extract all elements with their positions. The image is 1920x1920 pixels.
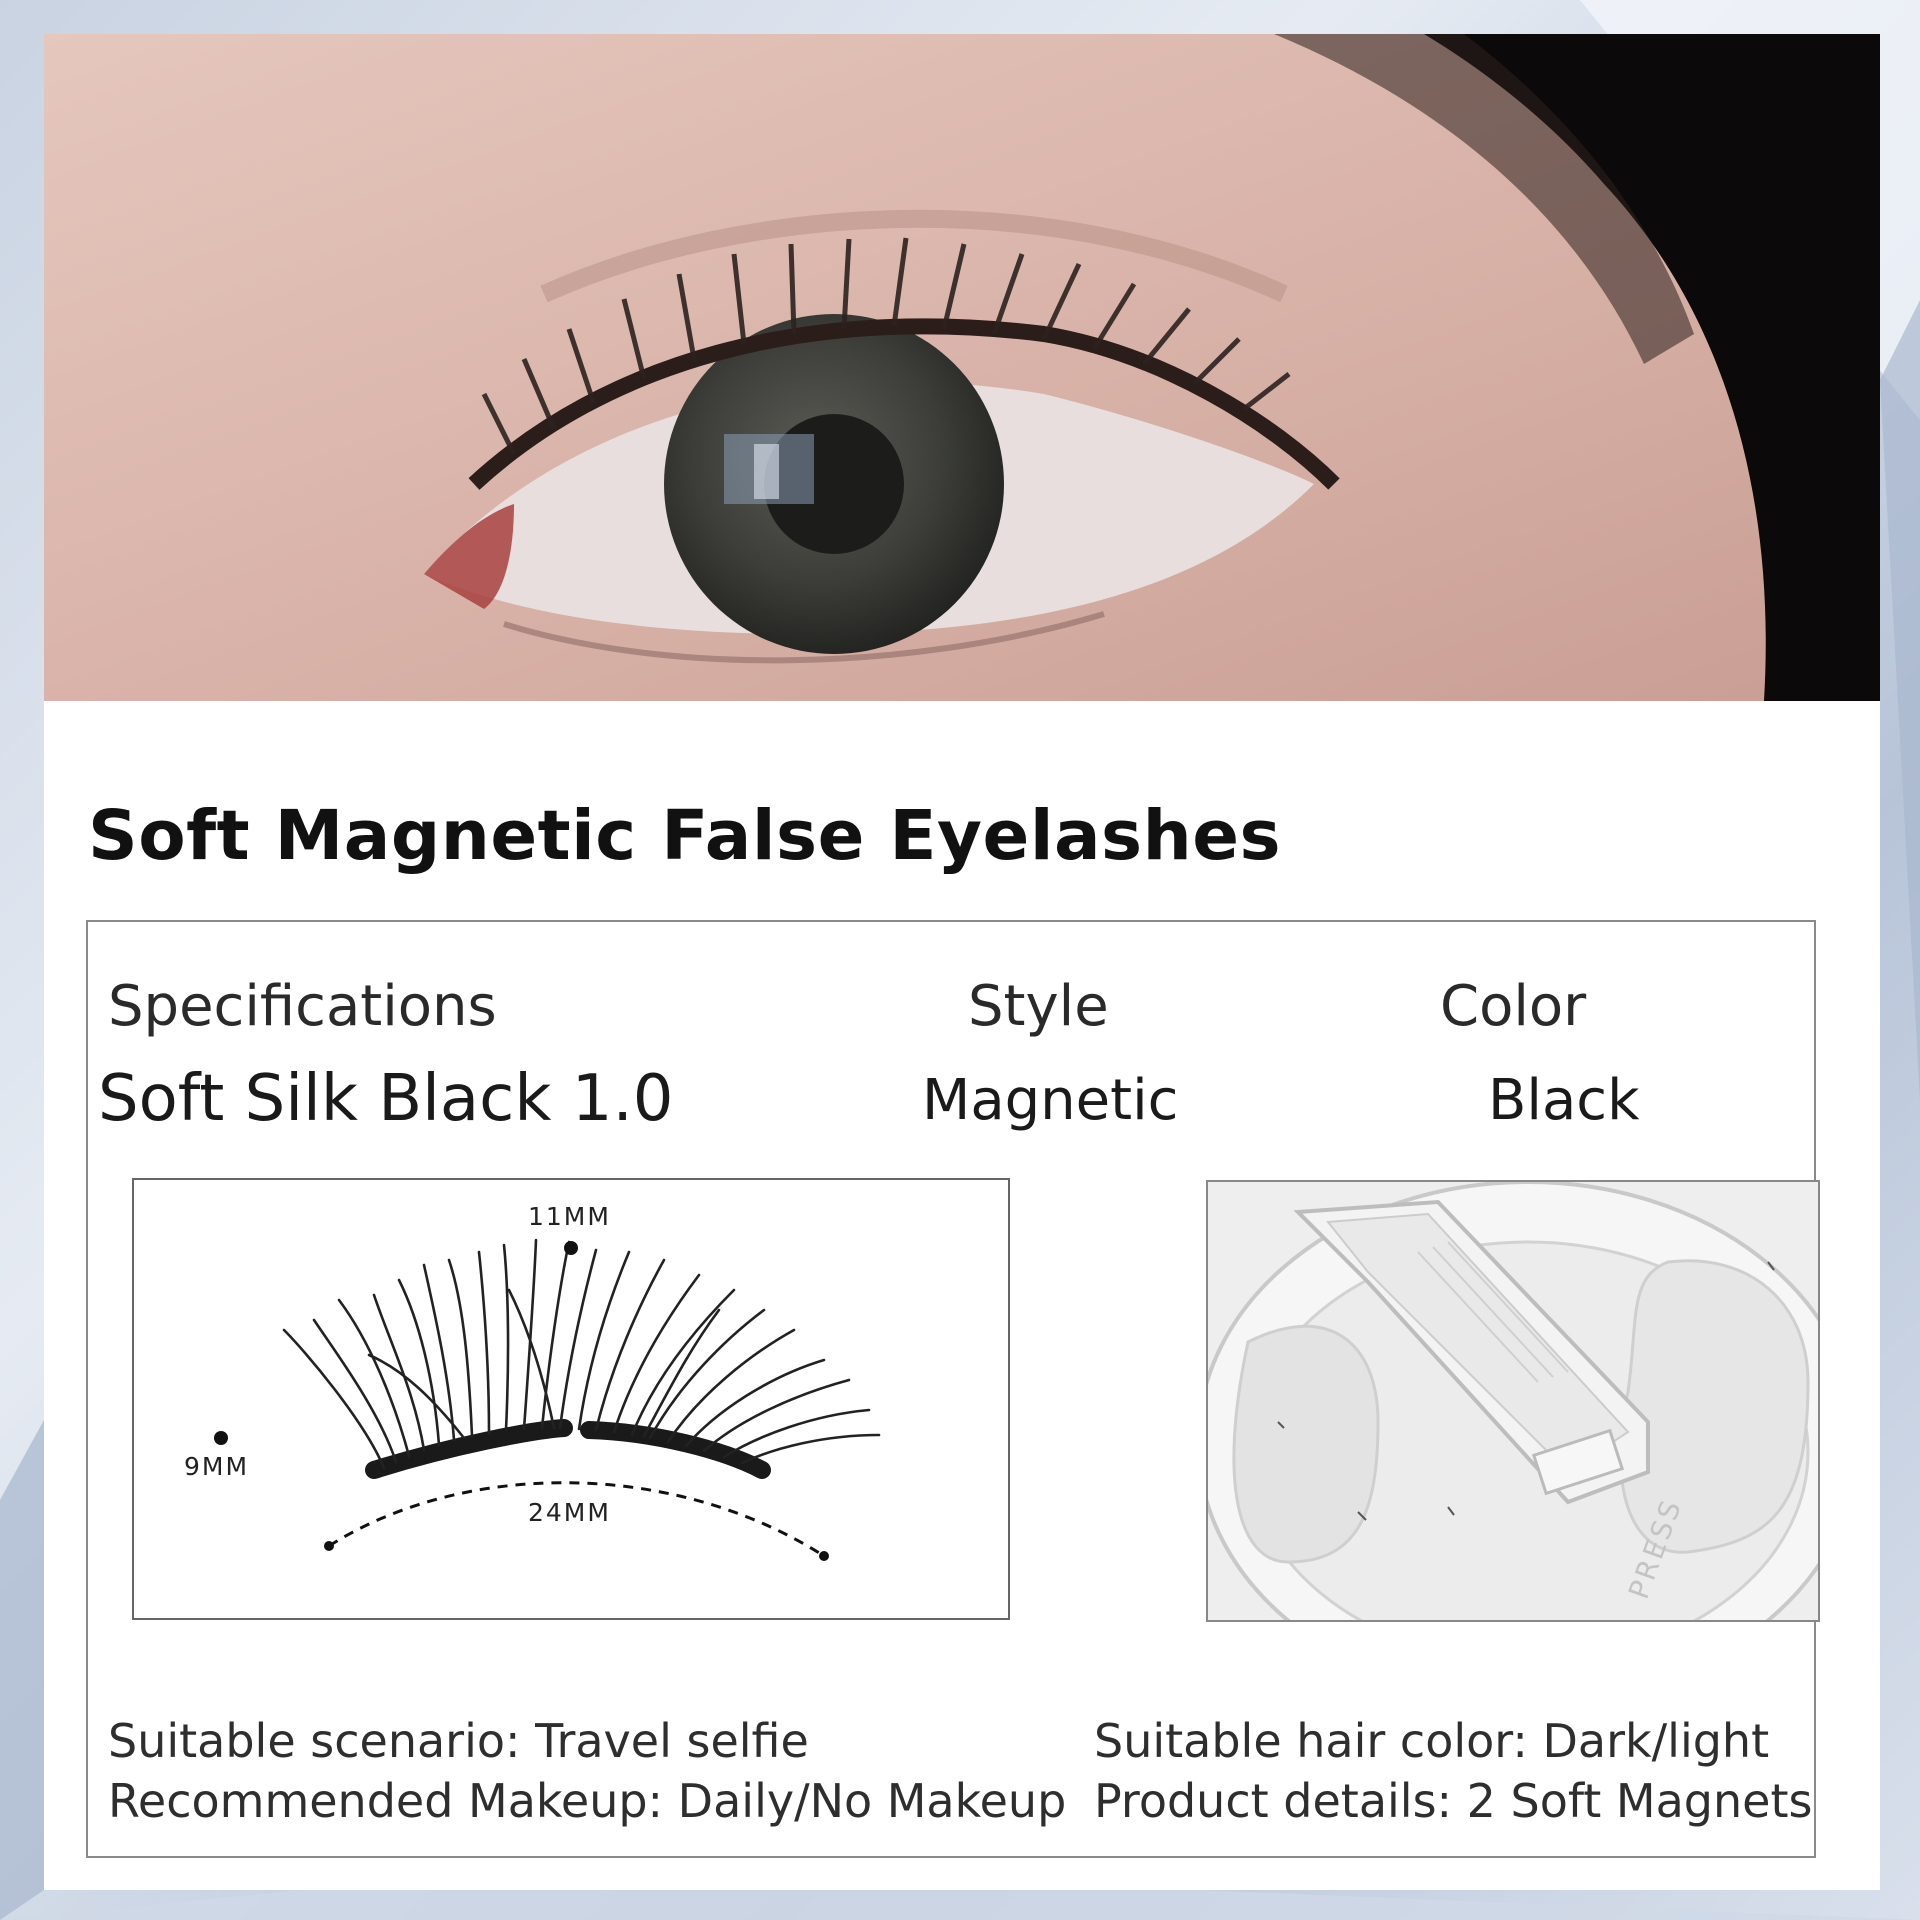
specifications-header: Specifications	[108, 974, 497, 1039]
product-card: Soft Magnetic False Eyelashes Specificat…	[44, 34, 1880, 1890]
color-value: Black	[1488, 1068, 1640, 1133]
suitable-scenario: Suitable scenario: Travel selfie	[108, 1714, 809, 1768]
lash-band	[365, 1419, 771, 1479]
specifications-value: Soft Silk Black 1.0	[98, 1062, 674, 1136]
side-length-marker	[214, 1431, 228, 1445]
lash-dimension-diagram: 11MM 9MM 24MM	[132, 1178, 1010, 1620]
top-length-label: 11MM	[528, 1202, 611, 1231]
width-label: 24MM	[528, 1498, 611, 1527]
style-value: Magnetic	[922, 1068, 1179, 1133]
product-details: Product details: 2 Soft Magnets	[1094, 1774, 1813, 1828]
eye-closeup-photo	[44, 34, 1880, 701]
color-header: Color	[1440, 974, 1587, 1039]
applicator-case-photo: PRESS	[1206, 1180, 1820, 1622]
product-title: Soft Magnetic False Eyelashes	[88, 796, 1282, 876]
specifications-table: Specifications Style Color Soft Silk Bla…	[86, 920, 1820, 1858]
side-length-label: 9MM	[184, 1452, 250, 1481]
suitable-hair-color: Suitable hair color: Dark/light	[1094, 1714, 1770, 1768]
top-length-marker	[564, 1241, 578, 1255]
style-header: Style	[968, 974, 1109, 1039]
recommended-makeup: Recommended Makeup: Daily/No Makeup	[108, 1774, 1067, 1828]
